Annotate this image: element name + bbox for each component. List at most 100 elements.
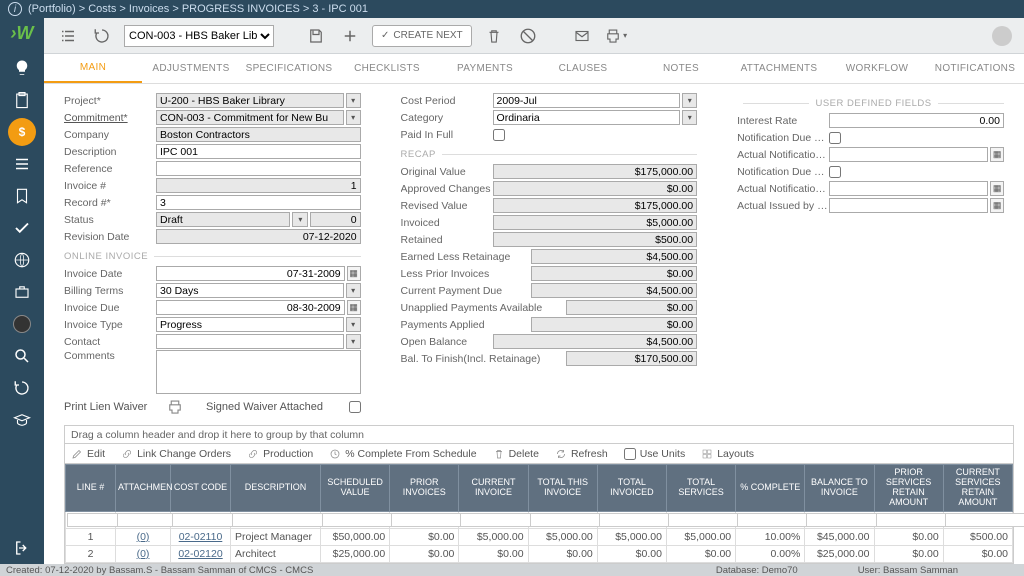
table-row[interactable]: 2(0)02-02120Architect$25,000.00$0.00$0.0… xyxy=(66,546,1013,563)
info-icon[interactable]: i xyxy=(8,2,22,16)
grid-link-change-button[interactable]: Link Change Orders xyxy=(121,448,231,460)
record-no-field[interactable] xyxy=(156,195,361,210)
actual-notif1-field[interactable] xyxy=(829,147,988,162)
col-attachment[interactable]: ATTACHMEN xyxy=(116,465,171,512)
actual-notif2-field[interactable] xyxy=(829,181,988,196)
sidebar-avatar-icon[interactable] xyxy=(0,308,44,340)
signed-waiver-checkbox[interactable] xyxy=(349,401,361,413)
cost-period-field[interactable] xyxy=(493,93,681,108)
col-line[interactable]: LINE # xyxy=(66,465,116,512)
tab-specifications[interactable]: SPECIFICATIONS xyxy=(240,54,338,83)
commitment-dropdown[interactable]: ▾ xyxy=(346,110,361,125)
grid-production-button[interactable]: Production xyxy=(247,448,313,460)
sidebar-globe-icon[interactable] xyxy=(0,244,44,276)
category-field[interactable] xyxy=(493,110,681,125)
grid-edit-button[interactable]: Edit xyxy=(71,448,105,460)
invoice-type-dropdown[interactable]: ▾ xyxy=(346,317,361,332)
col-description[interactable]: DESCRIPTION xyxy=(231,465,321,512)
actual-notif1-date-icon[interactable]: ▦ xyxy=(990,147,1004,162)
col-total-invoiced[interactable]: TOTAL INVOICED xyxy=(597,465,666,512)
print-icon[interactable]: ▾ xyxy=(604,24,628,48)
actual-issued-field[interactable] xyxy=(829,198,988,213)
sidebar-briefcase-icon[interactable] xyxy=(0,276,44,308)
paid-in-full-checkbox[interactable] xyxy=(493,129,505,141)
invoice-due-field[interactable] xyxy=(156,300,345,315)
tab-notes[interactable]: NOTES xyxy=(632,54,730,83)
grid-use-units-toggle[interactable]: Use Units xyxy=(624,448,686,460)
tab-adjustments[interactable]: ADJUSTMENTS xyxy=(142,54,240,83)
tab-attachments[interactable]: ATTACHMENTS xyxy=(730,54,828,83)
sidebar-dollar-icon[interactable]: $ xyxy=(8,118,36,146)
tab-main[interactable]: MAIN xyxy=(44,54,142,83)
reference-field[interactable] xyxy=(156,161,361,176)
crumb-progress[interactable]: PROGRESS INVOICES xyxy=(182,3,300,15)
cancel-icon[interactable] xyxy=(516,24,540,48)
context-select[interactable]: CON-003 - HBS Baker Library - Bost xyxy=(124,25,274,47)
table-row[interactable]: 1(0)02-02110Project Manager$50,000.00$0.… xyxy=(66,529,1013,546)
crumb-costs[interactable]: Costs xyxy=(88,3,116,15)
toolbar-probe-icon[interactable] xyxy=(992,26,1012,46)
print-lien-icon[interactable] xyxy=(166,398,184,416)
category-dropdown[interactable]: ▾ xyxy=(682,110,697,125)
mail-icon[interactable] xyxy=(570,24,594,48)
invoice-type-field[interactable] xyxy=(156,317,344,332)
actual-issued-date-icon[interactable]: ▦ xyxy=(990,198,1004,213)
col-balance[interactable]: BALANCE TO INVOICE xyxy=(805,465,874,512)
sidebar-history-icon[interactable] xyxy=(0,372,44,404)
cost-period-dropdown[interactable]: ▾ xyxy=(682,93,697,108)
actual-notif2-date-icon[interactable]: ▦ xyxy=(990,181,1004,196)
sidebar-list-icon[interactable] xyxy=(0,148,44,180)
cell-code[interactable]: 02-02110 xyxy=(171,529,231,546)
create-next-button[interactable]: ✓CREATE NEXT xyxy=(372,25,472,47)
col-pct[interactable]: % COMPLETE xyxy=(736,465,805,512)
grid-group-hint[interactable]: Drag a column header and drop it here to… xyxy=(65,426,1013,444)
crumb-portfolio[interactable]: (Portfolio) xyxy=(28,3,76,15)
col-total-services[interactable]: TOTAL SERVICES xyxy=(666,465,735,512)
sidebar-logout-icon[interactable] xyxy=(0,532,44,564)
grid-refresh-button[interactable]: Refresh xyxy=(555,448,608,460)
delete-icon[interactable] xyxy=(482,24,506,48)
billing-terms-dropdown[interactable]: ▾ xyxy=(346,283,361,298)
add-icon[interactable] xyxy=(338,24,362,48)
sidebar-clipboard-icon[interactable] xyxy=(0,84,44,116)
notif-due1-checkbox[interactable] xyxy=(829,132,841,144)
cell-att[interactable]: (0) xyxy=(116,546,171,563)
grid-layouts-button[interactable]: Layouts xyxy=(701,448,754,460)
sidebar-bookmark-icon[interactable] xyxy=(0,180,44,212)
invoice-date-picker-icon[interactable]: ▦ xyxy=(347,266,361,281)
status-field[interactable] xyxy=(156,212,290,227)
notif-due2-checkbox[interactable] xyxy=(829,166,841,178)
description-field[interactable] xyxy=(156,144,361,159)
sidebar-graduate-icon[interactable] xyxy=(0,404,44,436)
list-view-icon[interactable] xyxy=(56,24,80,48)
col-current-inv[interactable]: CURRENT INVOICE xyxy=(459,465,528,512)
cell-code[interactable]: 02-02120 xyxy=(171,546,231,563)
tab-workflow[interactable]: WORKFLOW xyxy=(828,54,926,83)
invoice-date-field[interactable] xyxy=(156,266,345,281)
col-prior-retain[interactable]: PRIOR SERVICES RETAIN AMOUNT xyxy=(874,465,943,512)
crumb-invoices[interactable]: Invoices xyxy=(129,3,169,15)
col-current-retain[interactable]: CURRENT SERVICES RETAIN AMOUNT xyxy=(943,465,1012,512)
invoice-due-picker-icon[interactable]: ▦ xyxy=(347,300,361,315)
commitment-field[interactable] xyxy=(156,110,344,125)
status-dropdown[interactable]: ▾ xyxy=(292,212,308,227)
comments-field[interactable] xyxy=(156,350,361,394)
undo-icon[interactable] xyxy=(90,24,114,48)
app-logo[interactable]: ›W xyxy=(4,22,40,44)
contact-field[interactable] xyxy=(156,334,344,349)
tab-clauses[interactable]: CLAUSES xyxy=(534,54,632,83)
breadcrumb[interactable]: (Portfolio) > Costs > Invoices > PROGRES… xyxy=(28,3,368,15)
project-field[interactable] xyxy=(156,93,344,108)
interest-rate-field[interactable] xyxy=(829,113,1004,128)
sidebar-bulb-icon[interactable] xyxy=(0,52,44,84)
label-commitment[interactable]: Commitment xyxy=(64,112,156,124)
col-cost-code[interactable]: COST CODE xyxy=(171,465,231,512)
tab-payments[interactable]: PAYMENTS xyxy=(436,54,534,83)
tab-checklists[interactable]: CHECKLISTS xyxy=(338,54,436,83)
tab-notifications[interactable]: NOTIFICATIONS xyxy=(926,54,1024,83)
billing-terms-field[interactable] xyxy=(156,283,344,298)
sidebar-search-icon[interactable] xyxy=(0,340,44,372)
sidebar-check-icon[interactable] xyxy=(0,212,44,244)
grid-pct-complete-button[interactable]: % Complete From Schedule xyxy=(329,448,476,460)
save-icon[interactable] xyxy=(304,24,328,48)
